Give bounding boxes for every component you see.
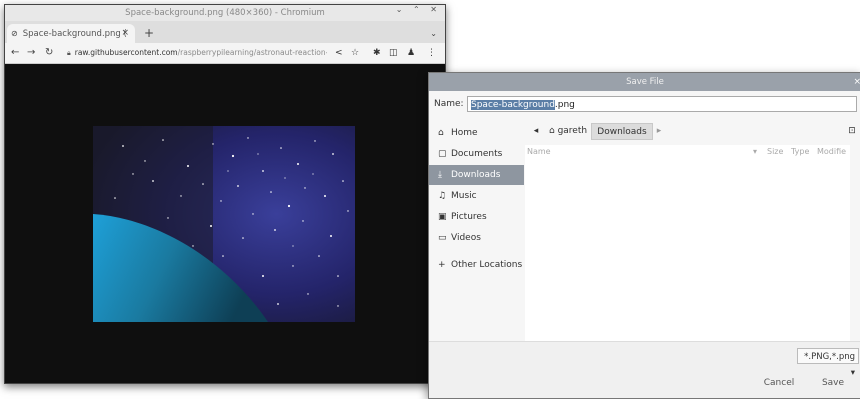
new-folder-icon[interactable]: ⊡ bbox=[845, 123, 859, 140]
url-path: /raspberrypilearning/astronaut-reaction-… bbox=[177, 48, 327, 57]
sidepanel-icon[interactable]: ◫ bbox=[389, 43, 398, 63]
page-viewport bbox=[5, 64, 445, 383]
column-modified[interactable]: Modifie bbox=[817, 145, 846, 159]
filename-selected-text: Space-background bbox=[471, 100, 555, 110]
profile-icon[interactable]: ♟ bbox=[407, 43, 415, 63]
path-segment-downloads[interactable]: Downloads bbox=[591, 123, 653, 140]
save-file-dialog: Save File × Name: Space-background.png ⌂… bbox=[428, 72, 860, 399]
back-icon[interactable]: ← bbox=[11, 43, 19, 63]
extensions-icon[interactable]: ✱ bbox=[373, 43, 381, 63]
download-icon: ⤓ bbox=[438, 170, 442, 180]
path-segment-home[interactable]: ⌂ gareth bbox=[545, 123, 591, 140]
chevron-right-icon[interactable]: ▸ bbox=[653, 123, 665, 140]
file-list[interactable] bbox=[525, 145, 850, 341]
window-controls[interactable]: ⌄ ⌃ ✕ bbox=[396, 5, 441, 14]
globe-icon: ⊘ bbox=[11, 29, 18, 38]
file-list-header: Name ▾ Size Type Modifie bbox=[525, 145, 850, 159]
plus-icon: + bbox=[438, 260, 446, 270]
sidebar-item-label: Pictures bbox=[451, 212, 487, 222]
filename-input[interactable]: Space-background.png bbox=[467, 96, 857, 112]
video-icon: ▭ bbox=[438, 233, 447, 243]
tab-strip: ⊘ Space-background.png ( × + ⌄ bbox=[5, 21, 445, 43]
music-icon: ♫ bbox=[438, 191, 447, 201]
path-bar: ◂ ⌂ gareth Downloads ▸ ⊡ bbox=[525, 121, 860, 141]
sidebar-item-documents[interactable]: ▢ Documents bbox=[429, 144, 524, 164]
sidebar-item-label: Videos bbox=[451, 233, 481, 243]
close-tab-icon[interactable]: × bbox=[121, 24, 129, 43]
dialog-title: Save File bbox=[429, 73, 860, 91]
save-button[interactable]: Save bbox=[811, 374, 855, 392]
filename-extension: .png bbox=[554, 100, 575, 110]
star-icon[interactable]: ☆ bbox=[351, 43, 359, 63]
column-name[interactable]: Name bbox=[527, 145, 551, 159]
lock-icon[interactable]: 🔒︎ bbox=[67, 49, 71, 57]
tab-search-icon[interactable]: ⌄ bbox=[430, 24, 437, 43]
sidebar-item-pictures[interactable]: ▣ Pictures bbox=[429, 207, 524, 227]
filter-value: *.PNG,*.png bbox=[804, 352, 855, 362]
sidebar-item-other-locations[interactable]: + Other Locations bbox=[429, 255, 524, 275]
browser-toolbar: ← → ↻ 🔒︎ raw.githubusercontent.com/raspbe… bbox=[5, 43, 445, 64]
space-background-image bbox=[93, 126, 355, 322]
name-label: Name: bbox=[434, 99, 464, 109]
sidebar-item-label: Downloads bbox=[451, 170, 501, 180]
url-host: raw.githubusercontent.com bbox=[74, 48, 178, 57]
forward-icon[interactable]: → bbox=[27, 43, 35, 63]
menu-icon[interactable]: ⋮ bbox=[427, 43, 436, 63]
sidebar-item-label: Documents bbox=[451, 149, 503, 159]
browser-tab[interactable]: ⊘ Space-background.png ( × bbox=[7, 24, 135, 43]
file-type-filter[interactable]: *.PNG,*.png ▾ bbox=[797, 348, 859, 378]
column-size[interactable]: Size bbox=[767, 145, 783, 159]
reload-icon[interactable]: ↻ bbox=[45, 43, 53, 63]
sidebar-item-label: Other Locations bbox=[451, 260, 523, 270]
sidebar-item-home[interactable]: ⌂ Home bbox=[429, 123, 524, 143]
places-sidebar: ⌂ Home ▢ Documents ⤓ Downloads ♫ Music ▣ Pict… bbox=[429, 121, 524, 341]
address-bar[interactable]: 🔒︎ raw.githubusercontent.com/raspberrypil… bbox=[67, 46, 327, 60]
cancel-button[interactable]: Cancel bbox=[755, 374, 803, 392]
document-icon: ▢ bbox=[438, 149, 447, 159]
path-segment-label: Downloads bbox=[597, 127, 647, 137]
column-type[interactable]: Type bbox=[791, 145, 809, 159]
sort-arrow-icon: ▾ bbox=[753, 147, 758, 156]
new-tab-button[interactable]: + bbox=[144, 24, 154, 43]
sidebar-item-videos[interactable]: ▭ Videos bbox=[429, 228, 524, 248]
picture-icon: ▣ bbox=[438, 212, 447, 222]
share-icon[interactable]: < bbox=[335, 43, 343, 63]
window-title: Space-background.png (480×360) - Chromiu… bbox=[5, 5, 445, 21]
home-icon: ⌂ bbox=[438, 128, 444, 138]
home-icon: ⌂ bbox=[549, 126, 558, 136]
close-icon[interactable]: × bbox=[853, 73, 860, 91]
sidebar-item-label: Home bbox=[451, 128, 478, 138]
path-segment-label: gareth bbox=[557, 126, 588, 136]
browser-window: Space-background.png (480×360) - Chromiu… bbox=[4, 4, 446, 384]
dialog-footer: *.PNG,*.png ▾ Cancel Save bbox=[429, 341, 860, 398]
scrollbar[interactable] bbox=[851, 145, 860, 341]
sidebar-item-music[interactable]: ♫ Music bbox=[429, 186, 524, 206]
sidebar-item-downloads[interactable]: ⤓ Downloads bbox=[429, 165, 524, 185]
tab-title: Space-background.png ( bbox=[22, 29, 127, 39]
chevron-left-icon[interactable]: ◂ bbox=[529, 123, 543, 140]
sidebar-item-label: Music bbox=[451, 191, 477, 201]
